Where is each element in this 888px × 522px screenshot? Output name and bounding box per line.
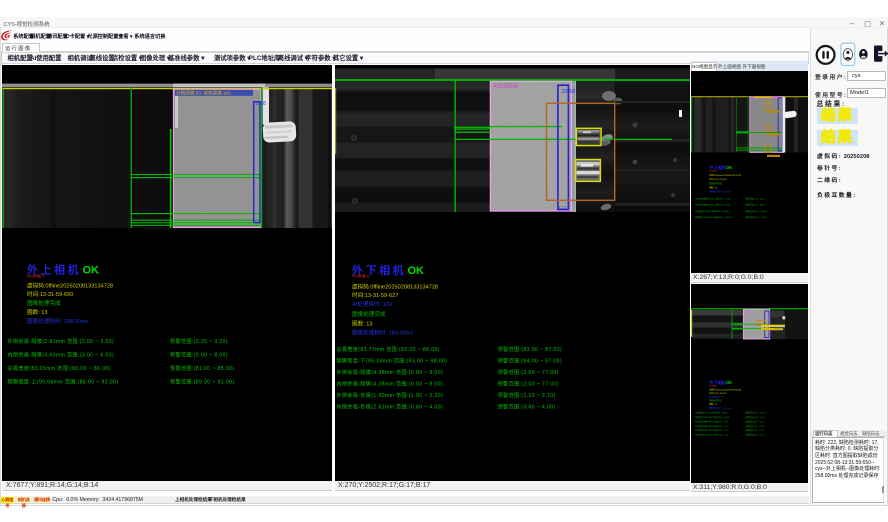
svg-text:内侧余极-隔膜(4.60mm 范围:(3.00 ~ 6.00: 内侧余极-隔膜(4.60mm 范围:(3.00 ~ 6.00) xyxy=(695,203,730,207)
svg-text:预警范围:(81.00 ~ 85.00): 预警范围:(81.00 ~ 85.00) xyxy=(745,209,766,213)
svg-text:预警范围:(2.00 ~ 77.00): 预警范围:(2.00 ~ 77.00) xyxy=(745,424,764,428)
svg-text:图像处理耗时: 298.00ms: 图像处理耗时: 298.00ms xyxy=(709,190,732,194)
svg-text:预警范围:(89.00 ~ 91.00): 预警范围:(89.00 ~ 91.00) xyxy=(170,379,234,386)
svg-text:总极宽度(83.77mm 范围:(82.00 ~ 88.00: 总极宽度(83.77mm 范围:(82.00 ~ 88.00) xyxy=(695,411,728,415)
svg-text:圈数: 13: 圈数: 13 xyxy=(709,402,717,406)
svg-text:预警范围:(2.00 ~ 77.00): 预警范围:(2.00 ~ 77.00) xyxy=(745,420,764,424)
svg-text:图像处理耗时: 183.00ms: 图像处理耗时: 183.00ms xyxy=(709,406,732,410)
svg-text:外侧余极-负极(1.90mm 范围:(1.00 ~ 2.20: 外侧余极-负极(1.90mm 范围:(1.00 ~ 2.20) xyxy=(695,428,729,432)
svg-text:图像处理完成: 图像处理完成 xyxy=(27,299,61,307)
svg-text:外侧余极-隔膜(4.38mm 范围:(0.00 ~ 9.00: 外侧余极-隔膜(4.38mm 范围:(0.00 ~ 9.00) xyxy=(337,369,444,376)
svg-text:虚拟码:0ffline20250208133134728: 虚拟码:0ffline20250208133134728 xyxy=(352,283,438,291)
svg-text:图像处理完成: 图像处理完成 xyxy=(709,181,721,185)
svg-text:总极宽度(83.77mm 范围:(82.00 ~ 88.00: 总极宽度(83.77mm 范围:(82.00 ~ 88.00) xyxy=(337,346,440,353)
svg-text:虚拟码:0ffline20250208133134728: 虚拟码:0ffline20250208133134728 xyxy=(709,388,742,392)
svg-text:隔膜宽度-上(90.56mm 范围:(88.00 ~ 92.: 隔膜宽度-上(90.56mm 范围:(88.00 ~ 92.00) xyxy=(695,215,732,219)
svg-text:时间:13-31-59-650: 时间:13-31-59-650 xyxy=(27,290,73,298)
svg-text:隔膜宽度-下(95.24mm 范围:(93.00 ~ 98.: 隔膜宽度-下(95.24mm 范围:(93.00 ~ 98.00) xyxy=(695,415,730,419)
svg-text:图像处理耗时: 183.00ms: 图像处理耗时: 183.00ms xyxy=(352,329,413,337)
svg-text:AI检测区域: AI检测区域 xyxy=(493,83,518,90)
svg-text:外侧余极-隔膜(4.38mm 范围:(0.00 ~ 9.00: 外侧余极-隔膜(4.38mm 范围:(0.00 ~ 9.00) xyxy=(695,420,729,424)
svg-text:预警范围:(0.60 ~ 4.00): 预警范围:(0.60 ~ 4.00) xyxy=(498,403,556,410)
svg-text:预警范围:(2.20 ~ 3.20): 预警范围:(2.20 ~ 3.20) xyxy=(170,338,228,345)
svg-text:图像处理完成: 图像处理完成 xyxy=(352,310,386,318)
svg-text:23.68: 23.68 xyxy=(562,89,576,95)
svg-text:总极宽度(83.05mm 范围:(80.00 ~ 86.00: 总极宽度(83.05mm 范围:(80.00 ~ 86.00) xyxy=(695,209,729,213)
svg-text:时间:13-31-59-650: 时间:13-31-59-650 xyxy=(709,177,727,181)
svg-text:内侧余极-负极(2.61mm 范围:(0.60 ~ 4.00: 内侧余极-负极(2.61mm 范围:(0.60 ~ 4.00) xyxy=(337,403,444,410)
svg-text:预警范围:(0.00 ~ 8.00): 预警范围:(0.00 ~ 8.00) xyxy=(745,203,764,207)
svg-text:隔膜宽度-下(95.24mm 范围:(93.00 ~ 98.: 隔膜宽度-下(95.24mm 范围:(93.00 ~ 98.00) xyxy=(337,358,448,365)
svg-text:内侧余极-隔膜(4.60mm 范围:(3.00 ~ 6.00: 内侧余极-隔膜(4.60mm 范围:(3.00 ~ 6.00) xyxy=(8,352,115,359)
svg-text:内侧余极-隔膜(4.38mm 范围:(0.00 ~ 9.00: 内侧余极-隔膜(4.38mm 范围:(0.00 ~ 9.00) xyxy=(695,424,729,428)
svg-text:预警范围:(94.00 ~ 97.00): 预警范围:(94.00 ~ 97.00) xyxy=(745,415,765,419)
svg-text:预警范围:(81.00 ~ 85.00): 预警范围:(81.00 ~ 85.00) xyxy=(170,365,234,372)
svg-text:AI处理耗时: 166: AI处理耗时: 166 xyxy=(352,300,392,308)
svg-text:N:1.3: N:1.3 xyxy=(558,206,567,210)
svg-text:总极宽度(83.05mm 范围:(80.00 ~ 86.00: 总极宽度(83.05mm 范围:(80.00 ~ 86.00) xyxy=(8,365,111,372)
svg-text:NG屏蔽/0: NG屏蔽/0 xyxy=(352,273,370,279)
svg-text:时间:13-31-59-627: 时间:13-31-59-627 xyxy=(709,391,727,395)
svg-text:外侧余极-负极(1.90mm 范围:(1.00 ~ 2.20: 外侧余极-负极(1.90mm 范围:(1.00 ~ 2.20) xyxy=(337,392,444,399)
svg-text:预警范围:(89.00 ~ 91.00): 预警范围:(89.00 ~ 91.00) xyxy=(745,215,766,219)
svg-text:虚拟码:0ffline20250208133134728: 虚拟码:0ffline20250208133134728 xyxy=(709,173,742,177)
svg-text:预警范围:(94.00 ~ 97.00): 预警范围:(94.00 ~ 97.00) xyxy=(498,358,562,365)
svg-text:图像处理耗时: 298.00ms: 图像处理耗时: 298.00ms xyxy=(27,317,88,325)
svg-text:圈数: 13: 圈数: 13 xyxy=(352,320,373,328)
svg-text:内侧余极-负极(2.61mm 范围:(0.60 ~ 4.00: 内侧余极-负极(2.61mm 范围:(0.60 ~ 4.00) xyxy=(695,433,729,437)
svg-text:预警范围:(2.20 ~ 3.20): 预警范围:(2.20 ~ 3.20) xyxy=(745,196,764,200)
svg-text:预警范围:(83.00 ~ 87.00): 预警范围:(83.00 ~ 87.00) xyxy=(745,411,765,415)
svg-text:预警范围:(1.10 ~ 2.10): 预警范围:(1.10 ~ 2.10) xyxy=(745,428,763,432)
svg-text:预警范围:(1.10 ~ 2.10): 预警范围:(1.10 ~ 2.10) xyxy=(498,392,556,399)
svg-text:时间:13-31-59-627: 时间:13-31-59-627 xyxy=(352,291,398,299)
svg-text:预警范围:(2.00 ~ 77.00): 预警范围:(2.00 ~ 77.00) xyxy=(498,369,559,376)
svg-text:预警范围:(83.00 ~ 87.00): 预警范围:(83.00 ~ 87.00) xyxy=(498,346,562,353)
svg-text:NG屏蔽(T: NG屏蔽(T xyxy=(27,272,45,278)
svg-text:3.68: 3.68 xyxy=(256,101,266,107)
svg-text:预警范围:(0.60 ~ 4.00): 预警范围:(0.60 ~ 4.00) xyxy=(745,433,763,437)
svg-text:外侧余极-隔膜(2.91mm 范围:(2.00 ~ 3.50: 外侧余极-隔膜(2.91mm 范围:(2.00 ~ 3.50) xyxy=(8,338,115,345)
svg-text:虚拟码:0ffline20250208133134728: 虚拟码:0ffline20250208133134728 xyxy=(27,281,113,289)
svg-text:AI处理耗时: 166: AI处理耗时: 166 xyxy=(709,395,725,399)
svg-text:预警范围:(2.00 ~ 77.00): 预警范围:(2.00 ~ 77.00) xyxy=(498,380,559,387)
svg-text:外侧余极-隔膜(2.91mm 范围:(2.00 ~ 3.50: 外侧余极-隔膜(2.91mm 范围:(2.00 ~ 3.50) xyxy=(695,196,730,200)
svg-text:内侧余极-隔膜(4.38mm 范围:(0.00 ~ 9.00: 内侧余极-隔膜(4.38mm 范围:(0.00 ~ 9.00) xyxy=(337,380,444,387)
svg-text:分割阈值:93, 动态阈值:100: 分割阈值:93, 动态阈值:100 xyxy=(176,90,231,97)
svg-text:圈数: 13: 圈数: 13 xyxy=(709,186,717,190)
svg-text:圈数: 13: 圈数: 13 xyxy=(27,308,48,316)
svg-text:图像处理完成: 图像处理完成 xyxy=(709,398,721,402)
svg-text:隔膜宽度-上(90.56mm 范围:(88.00 ~ 92.: 隔膜宽度-上(90.56mm 范围:(88.00 ~ 92.00) xyxy=(8,379,119,386)
svg-text:预警范围:(0.00 ~ 8.00): 预警范围:(0.00 ~ 8.00) xyxy=(170,352,228,359)
